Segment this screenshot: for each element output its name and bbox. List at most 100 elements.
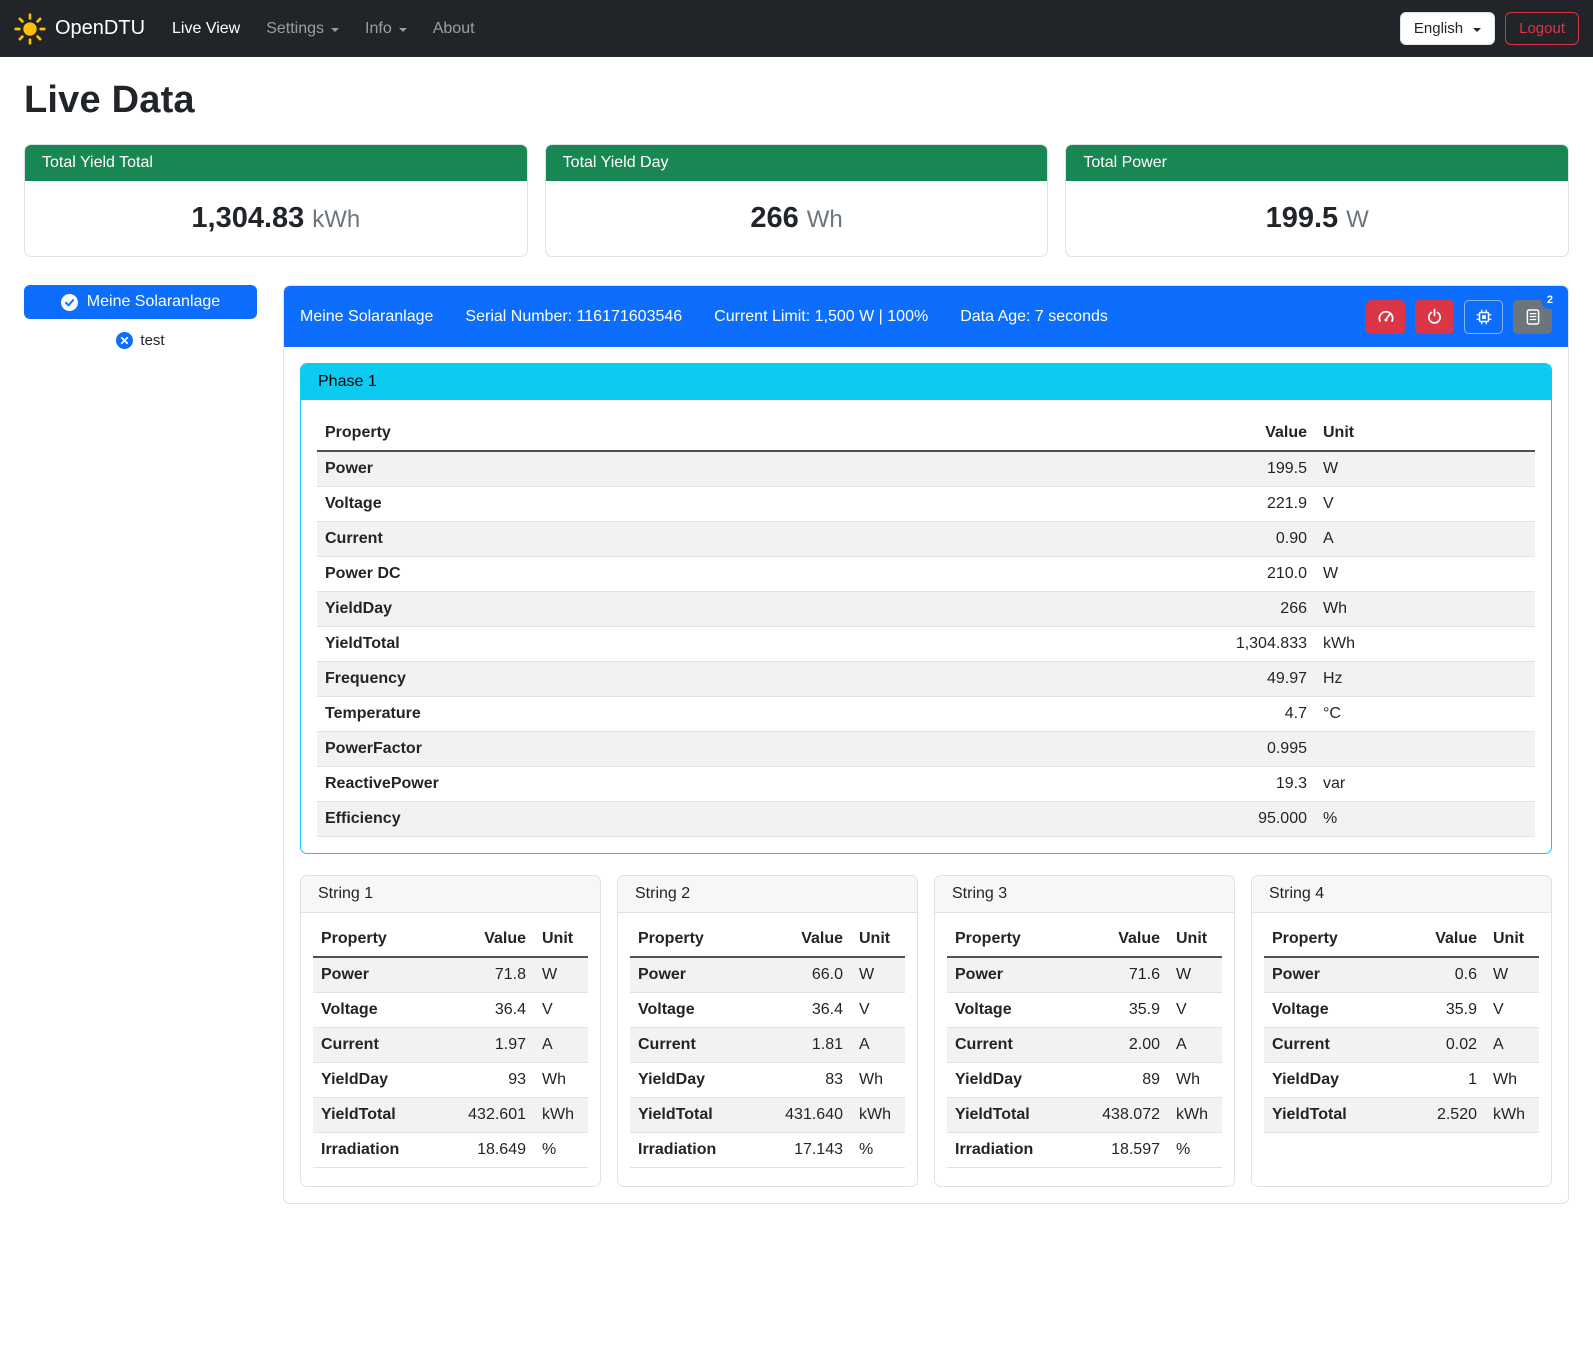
property-cell: Current (1264, 1028, 1399, 1063)
table-row: PowerFactor0.995 (317, 732, 1535, 767)
property-cell: Current (630, 1028, 754, 1063)
string-card-header: String 1 (301, 876, 600, 913)
summary-card-value: 266 (750, 202, 798, 234)
summary-card-total-power: Total Power 199.5W (1065, 144, 1569, 257)
property-cell: Irradiation (947, 1133, 1071, 1168)
table-row: YieldTotal438.072kWh (947, 1098, 1222, 1133)
phase-card: Phase 1 Property Value Unit Power199.5WV… (300, 363, 1552, 854)
string-card-2: String 2 Property Value Unit (617, 875, 918, 1187)
nav-item-info[interactable]: Info (352, 12, 420, 46)
summary-card-title: Total Power (1066, 145, 1568, 181)
unit-cell: W (1485, 957, 1539, 993)
value-cell: 71.8 (437, 957, 534, 993)
nav-item-settings[interactable]: Settings (253, 12, 352, 46)
table-row: Voltage221.9V (317, 487, 1535, 522)
value-cell: 1 (1399, 1063, 1485, 1098)
column-header-value: Value (914, 416, 1315, 451)
device-info-button[interactable] (1464, 300, 1503, 334)
property-cell: Current (313, 1028, 437, 1063)
table-row: YieldTotal2.520kWh (1264, 1098, 1539, 1133)
value-cell: 35.9 (1399, 993, 1485, 1028)
nav-item-label: Live View (172, 20, 240, 38)
column-header-unit: Unit (1168, 922, 1222, 957)
table-row: Power66.0W (630, 957, 905, 993)
string-card-header: String 2 (618, 876, 917, 913)
property-cell: Voltage (317, 487, 914, 522)
value-cell: 19.3 (914, 767, 1315, 802)
table-row: YieldDay89Wh (947, 1063, 1222, 1098)
power-icon (1426, 308, 1443, 325)
property-cell: YieldTotal (630, 1098, 754, 1133)
property-cell: Current (317, 522, 914, 557)
limit-settings-button[interactable] (1366, 300, 1405, 334)
inverter-select-label: Meine Solaranlage (87, 293, 220, 311)
property-cell: Current (947, 1028, 1071, 1063)
x-circle-icon[interactable] (116, 332, 133, 349)
property-cell: Voltage (630, 993, 754, 1028)
nav-item-label: Info (365, 20, 392, 38)
sidebar-item-label: test (140, 332, 164, 349)
property-cell: Frequency (317, 662, 914, 697)
unit-cell: kWh (1168, 1098, 1222, 1133)
chevron-down-icon (331, 28, 339, 32)
value-cell: 66.0 (754, 957, 851, 993)
inverter-card-header: Meine Solaranlage Serial Number: 1161716… (284, 286, 1568, 347)
table-row: Temperature4.7°C (317, 697, 1535, 732)
event-log-button[interactable]: 2 (1513, 300, 1552, 334)
sidebar-item-test[interactable]: test (24, 332, 257, 349)
summary-card-total-yield-day: Total Yield Day 266Wh (545, 144, 1049, 257)
unit-cell: Hz (1315, 662, 1535, 697)
table-header-row: Property Value Unit (630, 922, 905, 957)
unit-cell: W (851, 957, 905, 993)
property-cell: YieldTotal (317, 627, 914, 662)
inverter-card: Meine Solaranlage Serial Number: 1161716… (283, 285, 1569, 1204)
string-table: Property Value Unit Power71.8WVoltage36.… (313, 922, 588, 1168)
table-row: Efficiency95.000% (317, 802, 1535, 837)
summary-card-title: Total Yield Total (25, 145, 527, 181)
brand[interactable]: OpenDTU (14, 13, 145, 45)
inverter-select-button[interactable]: Meine Solaranlage (24, 285, 257, 319)
value-cell: 266 (914, 592, 1315, 627)
power-button[interactable] (1415, 300, 1454, 334)
table-row: YieldTotal1,304.833kWh (317, 627, 1535, 662)
unit-cell: % (851, 1133, 905, 1168)
table-row: Irradiation17.143% (630, 1133, 905, 1168)
inverter-sidebar: Meine Solaranlage test (24, 285, 257, 349)
inverter-card-body: Phase 1 Property Value Unit Power199.5WV… (284, 347, 1568, 1203)
property-cell: Power (317, 451, 914, 487)
table-row: YieldDay93Wh (313, 1063, 588, 1098)
nav-item-label: Settings (266, 20, 324, 38)
nav-item-about[interactable]: About (420, 12, 488, 46)
inverter-name: Meine Solaranlage (300, 308, 433, 326)
unit-cell: Wh (1485, 1063, 1539, 1098)
column-header-value: Value (754, 922, 851, 957)
table-header-row: Property Value Unit (317, 416, 1535, 451)
table-row: Voltage35.9V (1264, 993, 1539, 1028)
summary-card-unit: kWh (312, 206, 360, 233)
unit-cell: V (534, 993, 588, 1028)
language-select[interactable]: English (1400, 12, 1495, 45)
unit-cell: Wh (851, 1063, 905, 1098)
string-card-4: String 4 Property Value Unit (1251, 875, 1552, 1187)
table-row: Current0.02A (1264, 1028, 1539, 1063)
table-row: ReactivePower19.3var (317, 767, 1535, 802)
column-header-value: Value (1071, 922, 1168, 957)
value-cell: 1.81 (754, 1028, 851, 1063)
property-cell: PowerFactor (317, 732, 914, 767)
property-cell: Irradiation (630, 1133, 754, 1168)
string-table: Property Value Unit Power66.0WVoltage36.… (630, 922, 905, 1168)
string-card-1: String 1 Property Value Unit (300, 875, 601, 1187)
table-row: YieldDay1Wh (1264, 1063, 1539, 1098)
table-row: Power0.6W (1264, 957, 1539, 993)
string-card-3: String 3 Property Value Unit (934, 875, 1235, 1187)
logout-button[interactable]: Logout (1505, 12, 1579, 45)
unit-cell: var (1315, 767, 1535, 802)
nav-item-live-view[interactable]: Live View (159, 12, 253, 46)
property-cell: YieldTotal (947, 1098, 1071, 1133)
phase-card-header: Phase 1 (301, 364, 1551, 400)
phase-table: Property Value Unit Power199.5WVoltage22… (317, 416, 1535, 837)
property-cell: YieldDay (947, 1063, 1071, 1098)
inverter-data-age: Data Age: 7 seconds (960, 308, 1108, 326)
unit-cell: A (1485, 1028, 1539, 1063)
value-cell: 18.597 (1071, 1133, 1168, 1168)
